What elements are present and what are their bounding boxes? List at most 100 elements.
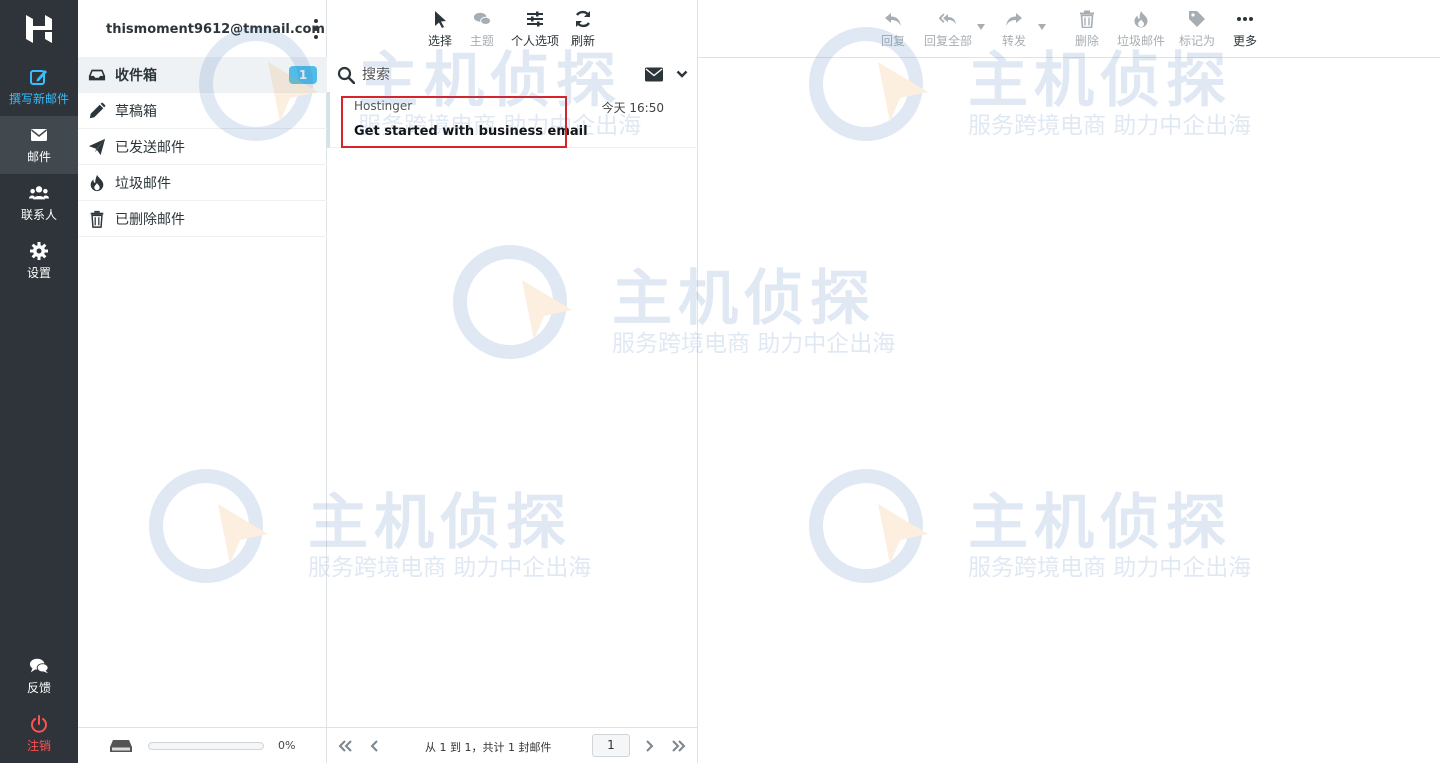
message-date: 今天 16:50: [601, 101, 664, 115]
pagination-info: 从 1 到 1，共计 1 封邮件: [425, 741, 552, 754]
account-header: thismoment9612@tmnail.com: [78, 0, 327, 58]
contacts-label: 联系人: [20, 208, 57, 222]
mark-label: 标记为: [1178, 33, 1215, 48]
folder-label: 收件箱: [115, 67, 157, 84]
envelope-icon: [31, 129, 47, 141]
chat-bubbles-icon: [29, 658, 49, 674]
folder-sent[interactable]: 已发送邮件: [78, 129, 327, 165]
folder-label: 已发送邮件: [115, 139, 185, 156]
compose-button[interactable]: 撰写新邮件: [0, 58, 78, 116]
nav-settings[interactable]: 设置: [0, 232, 78, 290]
account-email: thismoment9612@tmnail.com: [106, 21, 325, 37]
message-row[interactable]: Hostinger 今天 16:50 Get started with busi…: [327, 92, 698, 148]
refresh-icon: [575, 10, 591, 27]
junk-button[interactable]: 垃圾邮件: [1114, 0, 1168, 58]
chevron-down-icon[interactable]: [676, 68, 688, 80]
settings-label: 设置: [26, 266, 51, 280]
folder-drafts[interactable]: 草稿箱: [78, 93, 327, 129]
options-label: 个人选项: [510, 33, 559, 48]
compose-icon: [30, 70, 47, 85]
fire-icon: [90, 174, 104, 191]
folder-inbox[interactable]: 收件箱 1: [78, 57, 327, 93]
page-input[interactable]: 1: [592, 734, 630, 757]
sliders-icon: [527, 11, 543, 26]
nav-contacts[interactable]: 联系人: [0, 174, 78, 232]
reply-all-dropdown-icon[interactable]: [977, 24, 985, 30]
hard-drive-icon: [110, 740, 132, 752]
reply-label: 回复: [880, 33, 905, 48]
reply-icon: [885, 12, 901, 26]
folder-trash[interactable]: 已删除邮件: [78, 201, 327, 237]
logout-button[interactable]: 注销: [0, 705, 78, 763]
search-icon[interactable]: [337, 66, 355, 84]
envelope-filter-icon[interactable]: [645, 67, 663, 82]
folder-label: 垃圾邮件: [115, 175, 171, 192]
reply-all-button[interactable]: 回复全部: [920, 0, 976, 58]
delete-button[interactable]: 删除: [1070, 0, 1104, 58]
pencil-icon: [89, 101, 106, 118]
forward-icon: [1006, 12, 1022, 26]
more-button[interactable]: 更多: [1228, 0, 1262, 58]
list-toolbar: 选择 主题 个人选项 刷新: [423, 0, 603, 58]
trash-icon: [1080, 10, 1094, 28]
reply-all-label: 回复全部: [923, 33, 972, 48]
search-input[interactable]: [360, 64, 630, 86]
power-icon: [31, 715, 47, 733]
paper-plane-icon: [88, 138, 106, 155]
quota-bar: 0%: [78, 727, 327, 763]
threads-label: 主题: [469, 33, 494, 48]
quota-progress: [148, 742, 264, 750]
contacts-icon: [29, 186, 49, 200]
inbox-icon: [88, 69, 106, 80]
ellipsis-icon: [1237, 16, 1253, 21]
message-list-pane: 选择 主题 个人选项 刷新 搜索 Hostinger 今天 16:50 Get …: [327, 0, 698, 763]
next-page-icon[interactable]: [641, 738, 657, 754]
refresh-label: 刷新: [570, 33, 595, 48]
message-sender: Hostinger: [354, 99, 413, 113]
hostinger-logo-icon: [26, 15, 52, 43]
select-label: 选择: [427, 33, 452, 48]
account-menu-icon[interactable]: [313, 19, 319, 39]
reply-button[interactable]: 回复: [876, 0, 910, 58]
logout-label: 注销: [26, 739, 51, 753]
folder-label: 已删除邮件: [115, 211, 185, 228]
more-label: 更多: [1232, 33, 1257, 48]
first-page-icon[interactable]: [337, 738, 353, 754]
nav-feedback[interactable]: 反馈: [0, 647, 78, 705]
mark-button[interactable]: 标记为: [1176, 0, 1218, 58]
folder-junk[interactable]: 垃圾邮件: [78, 165, 327, 201]
gear-icon: [30, 242, 48, 260]
feedback-label: 反馈: [26, 681, 51, 695]
junk-label: 垃圾邮件: [1116, 33, 1165, 48]
list-options-button[interactable]: 个人选项: [507, 0, 563, 58]
forward-label: 转发: [1001, 33, 1026, 48]
quota-percent: 0%: [278, 739, 296, 752]
refresh-button[interactable]: 刷新: [563, 0, 603, 58]
unread-badge: 1: [289, 66, 317, 84]
compose-label: 撰写新邮件: [8, 92, 69, 106]
threads-button[interactable]: 主题: [457, 0, 507, 58]
forward-dropdown-icon[interactable]: [1038, 24, 1046, 30]
last-page-icon[interactable]: [671, 738, 687, 754]
prev-page-icon[interactable]: [367, 738, 383, 754]
preview-pane: 回复 回复全部 转发 删除 垃圾邮件 标记为 更多: [698, 0, 1440, 763]
search-bar: [327, 58, 698, 92]
select-button[interactable]: 选择: [423, 0, 457, 58]
delete-label: 删除: [1074, 33, 1099, 48]
mail-label: 邮件: [26, 150, 51, 164]
reply-all-icon: [939, 12, 957, 25]
cursor-icon: [435, 10, 446, 28]
tag-icon: [1189, 10, 1205, 27]
hostinger-logo[interactable]: [0, 0, 78, 58]
message-toolbar: 回复 回复全部 转发 删除 垃圾邮件 标记为 更多: [698, 0, 1440, 58]
pagination: 从 1 到 1，共计 1 封邮件 1: [327, 727, 698, 763]
trash-icon: [90, 210, 104, 228]
forward-button[interactable]: 转发: [996, 0, 1032, 58]
folder-pane: thismoment9612@tmnail.com 收件箱 1 草稿箱 已发送邮…: [78, 0, 327, 763]
message-subject: Get started with business email: [354, 124, 588, 139]
nav-mail[interactable]: 邮件: [0, 116, 78, 174]
fire-icon: [1134, 10, 1148, 27]
threads-icon: [473, 12, 491, 25]
main-nav: 撰写新邮件 邮件 联系人 设置 反馈 注销: [0, 0, 78, 763]
folder-label: 草稿箱: [115, 103, 157, 120]
